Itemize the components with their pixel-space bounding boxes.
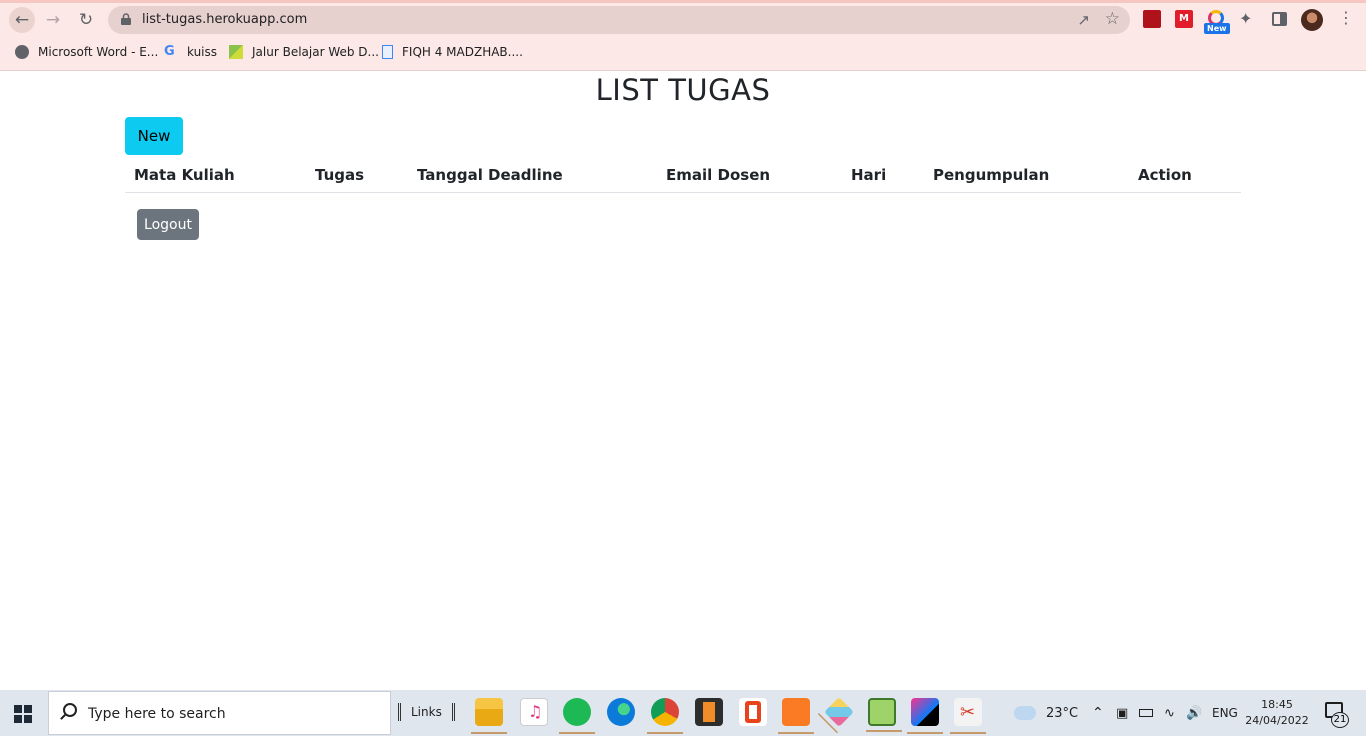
show-hidden-icons-icon[interactable]: ⌃ [1092,690,1104,736]
weather-temperature: 23°C [1046,705,1079,721]
browser-chrome: ← → ↻ list-tugas.herokuapp.com ↗ ☆ M New… [0,0,1366,71]
xampp-icon[interactable] [778,698,814,734]
back-icon[interactable]: ← [9,7,35,33]
google-icon: G [164,44,175,59]
clock[interactable]: 18:45 24/04/2022 [1245,697,1309,729]
tab-strip-edge [0,0,1366,3]
windows-start-icon[interactable] [14,705,32,723]
new-button[interactable]: New [125,117,183,155]
bookmark-item[interactable]: FIQH 4 MADZHAB.... [382,40,523,64]
search-icon [63,703,77,717]
itunes-icon[interactable]: ♫ [520,698,548,726]
globe-icon [15,45,29,59]
wifi-icon[interactable]: ∿ [1164,690,1175,736]
git-kraken-icon[interactable] [824,697,854,727]
taskbar: Type here to search Links ♫ ✂ 23°C ⌃ ▣ ∿… [0,690,1366,736]
notepad-icon[interactable] [866,698,902,732]
bookmark-item[interactable]: Gkuiss [164,40,217,64]
column-header: Tanggal Deadline [417,166,563,184]
chrome-icon[interactable] [647,698,683,734]
bookmark-star-icon[interactable]: ☆ [1105,9,1120,29]
search-placeholder: Type here to search [88,706,226,722]
new-badge: New [1204,23,1230,34]
snipping-tool-icon[interactable]: ✂ [950,698,986,734]
column-header: Pengumpulan [933,166,1050,184]
camera-icon[interactable]: ▣ [1116,690,1128,736]
site-favicon-icon [229,45,243,59]
intellij-icon[interactable] [907,698,943,734]
logout-button[interactable]: Logout [137,209,199,240]
column-header: Mata Kuliah [134,166,235,184]
bookmark-label: FIQH 4 MADZHAB.... [402,45,523,59]
table-header-row: Mata Kuliah Tugas Tanggal Deadline Email… [125,158,1241,193]
profile-avatar[interactable] [1301,9,1323,31]
spotify-icon[interactable] [559,698,595,734]
url-text[interactable]: list-tugas.herokuapp.com [142,12,307,27]
extensions-puzzle-icon[interactable]: ✦ [1239,9,1257,28]
taskbar-search-box[interactable]: Type here to search [48,691,391,735]
menu-kebab-icon[interactable]: ⋮ [1338,8,1354,27]
bookmark-item[interactable]: Jalur Belajar Web D... [229,40,379,64]
document-icon [382,45,393,59]
file-explorer-icon[interactable] [471,698,507,734]
language-indicator[interactable]: ENG [1212,690,1238,736]
volume-icon[interactable]: 🔊 [1186,690,1202,736]
notification-count-badge: 21 [1331,712,1349,728]
page-title: LIST TUGAS [595,73,771,107]
extension-mendeley-icon[interactable]: M [1175,10,1193,28]
column-header: Action [1138,166,1192,184]
lock-icon[interactable] [121,13,131,25]
sublime-text-icon[interactable] [695,698,723,726]
bookmark-label: Microsoft Word - E... [38,45,159,59]
bookmark-label: Jalur Belajar Web D... [252,45,379,59]
weather-icon [1014,706,1036,720]
clock-time: 18:45 [1261,698,1293,711]
column-header: Hari [851,166,887,184]
edge-icon[interactable] [607,698,635,726]
battery-icon[interactable] [1139,690,1153,736]
bookmarks-bar: Microsoft Word - E... Gkuiss Jalur Belaj… [0,40,600,64]
column-header: Tugas [315,166,365,184]
links-toolbar[interactable]: Links [398,703,455,721]
weather-widget[interactable]: 23°C [1014,690,1078,736]
forward-icon[interactable]: → [40,7,66,33]
address-bar[interactable]: list-tugas.herokuapp.com ↗ ☆ [108,6,1130,34]
share-icon[interactable]: ↗ [1077,11,1090,29]
reload-icon[interactable]: ↻ [73,7,99,33]
column-header: Email Dosen [666,166,771,184]
bookmark-label: kuiss [187,45,218,59]
office-icon[interactable] [739,698,767,726]
extension-1-icon[interactable] [1143,10,1161,28]
clock-date: 24/04/2022 [1245,714,1309,727]
bookmark-item[interactable]: Microsoft Word - E... [15,40,158,64]
side-panel-icon[interactable] [1272,12,1287,26]
